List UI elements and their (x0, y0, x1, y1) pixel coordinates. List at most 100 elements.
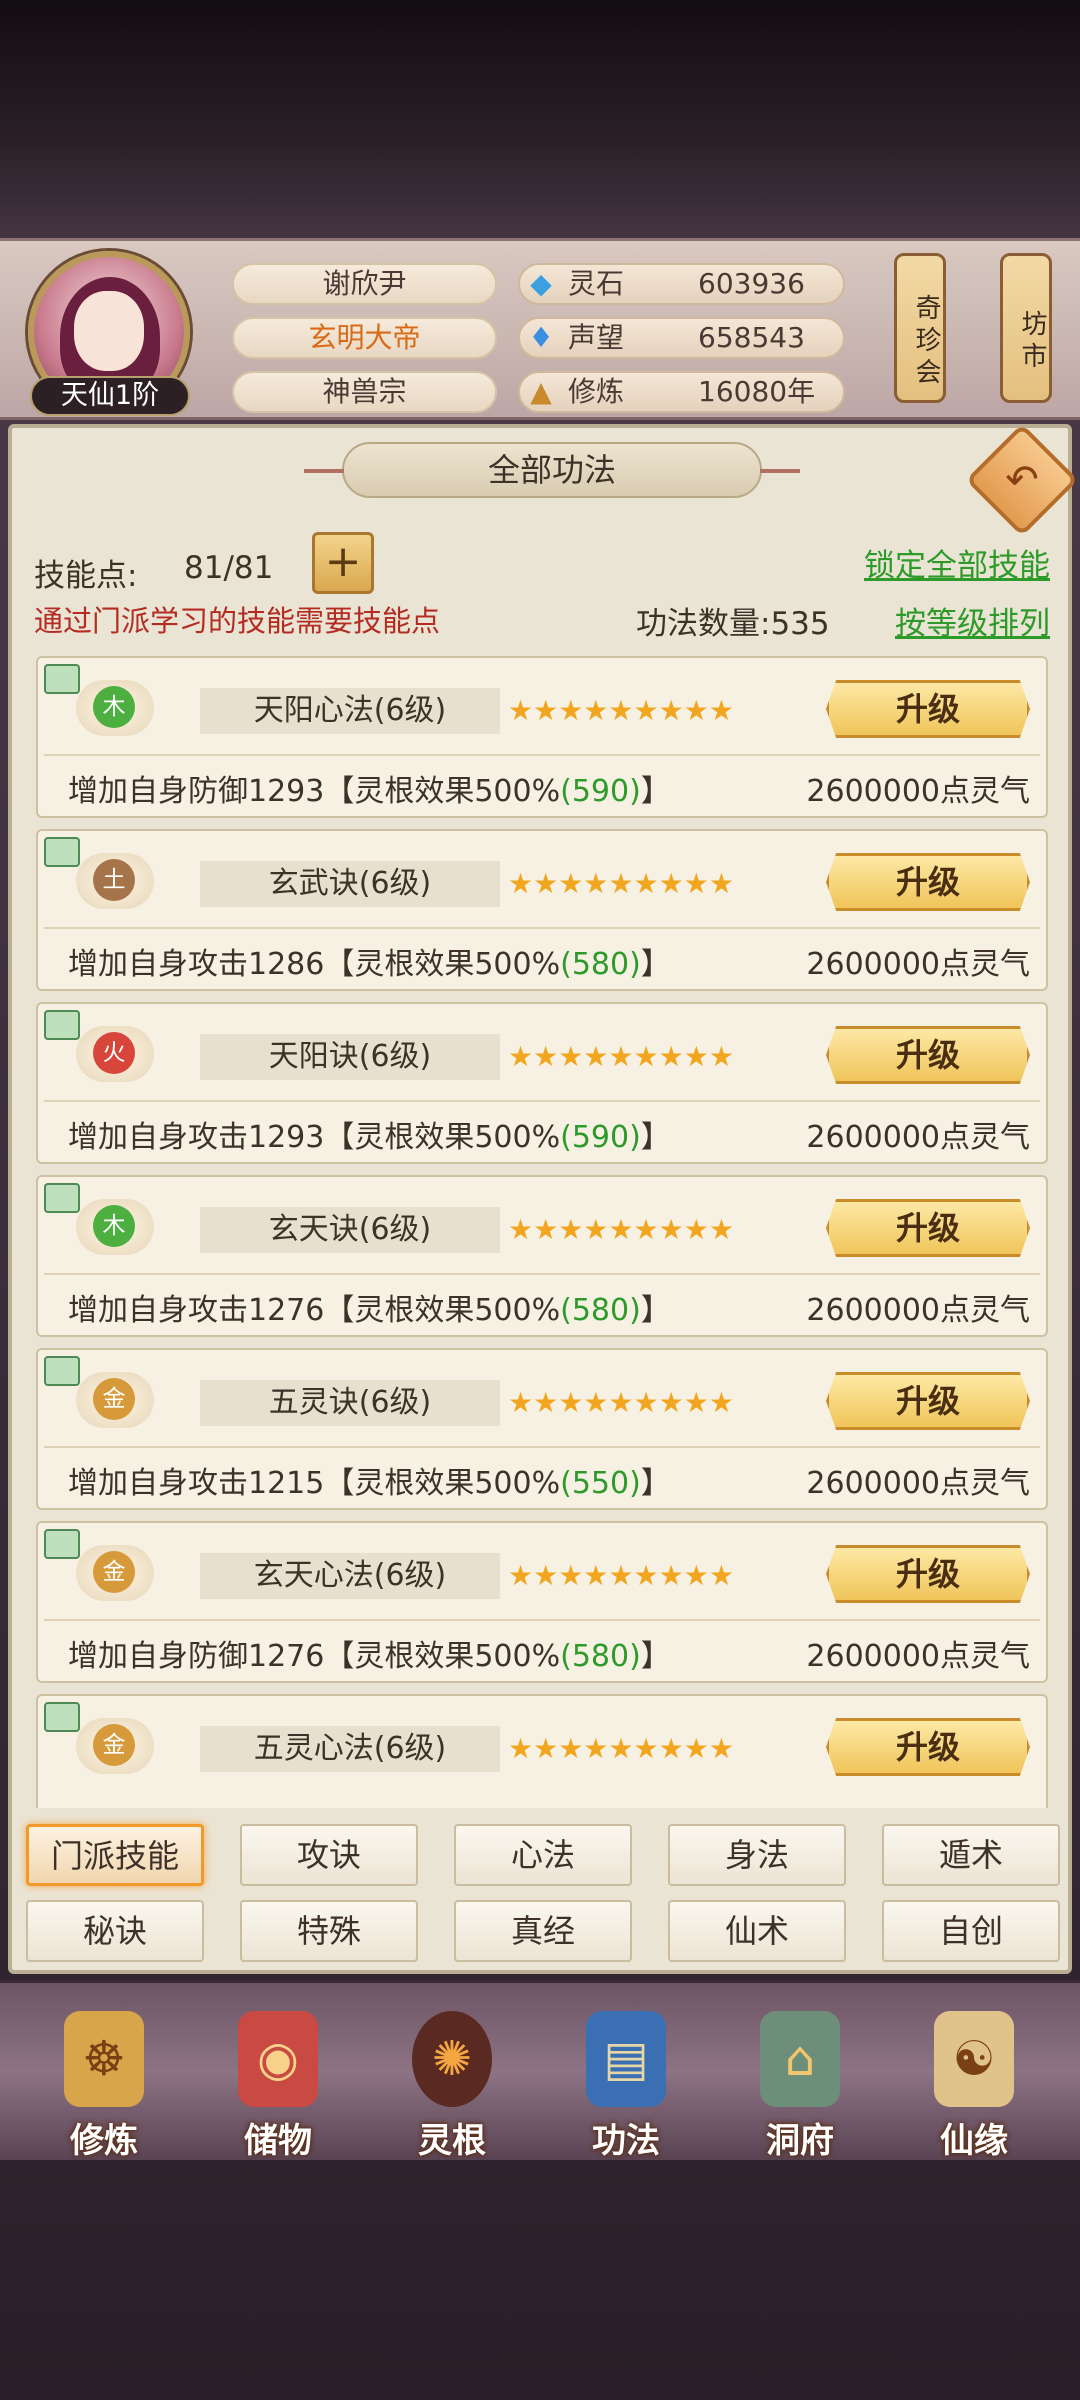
divider (44, 927, 1040, 929)
skill-stars: ★★★★★★★★★ (508, 1732, 734, 1765)
upgrade-button[interactable]: 升级 (826, 1545, 1030, 1603)
skill-cost: 2600000点灵气 (806, 1293, 1030, 1328)
element-badge: 火 (76, 1026, 154, 1082)
skill-book-icon: ▤ (586, 2011, 666, 2107)
element-badge: 木 (76, 1199, 154, 1255)
tab-scriptures[interactable]: 真经 (454, 1900, 632, 1962)
player-name: 谢欣尹 (232, 263, 497, 305)
lock-tag-icon[interactable] (44, 1356, 80, 1386)
nav-skills[interactable]: ▤ 功法 (546, 2001, 706, 2161)
skill-name: 玄武诀(6级) (200, 861, 500, 907)
skill-name: 玄天诀(6级) (200, 1207, 500, 1253)
upgrade-button[interactable]: 升级 (826, 680, 1030, 738)
tab-self-created[interactable]: 自创 (882, 1900, 1060, 1962)
upgrade-button[interactable]: 升级 (826, 1718, 1030, 1776)
tab-immortal-arts[interactable]: 仙术 (668, 1900, 846, 1962)
player-title: 玄明大帝 (232, 317, 497, 359)
tab-escape-arts[interactable]: 遁术 (882, 1824, 1060, 1886)
back-arrow-icon: ↶ (1005, 457, 1039, 503)
element-earth-icon: 土 (93, 859, 135, 901)
cave-dwelling-icon: ⌂ (760, 2011, 840, 2107)
upgrade-button[interactable]: 升级 (826, 1199, 1030, 1257)
skill-points-label: 技能点: (34, 558, 138, 594)
skill-card: 金 五灵心法(6级) ★★★★★★★★★ 升级 (36, 1694, 1048, 1808)
lock-all-skills-link[interactable]: 锁定全部技能 (864, 540, 1050, 585)
upgrade-button[interactable]: 升级 (826, 853, 1030, 911)
back-button[interactable]: ↶ (965, 423, 1079, 537)
app-root: 天仙1阶 谢欣尹 玄明大帝 神兽宗 ◆ 灵石 603936 ♦ 声望 65854… (0, 0, 1080, 2400)
skill-cost: 2600000点灵气 (806, 947, 1030, 982)
market-lantern[interactable]: 坊市 (1000, 253, 1052, 403)
prestige-icon: ♦ (528, 321, 554, 354)
resource-prestige: ♦ 声望 658543 (518, 317, 845, 359)
divider (44, 754, 1040, 756)
tab-sect-skills[interactable]: 门派技能 (26, 1824, 204, 1886)
skill-name: 天阳心法(6级) (200, 688, 500, 734)
tab-special[interactable]: 特殊 (240, 1900, 418, 1962)
cultivate-icon: ☸ (64, 2011, 144, 2107)
divider (44, 1273, 1040, 1275)
divider (44, 1100, 1040, 1102)
element-wood-icon: 木 (93, 1205, 135, 1247)
element-badge: 金 (76, 1545, 154, 1601)
skill-list[interactable]: 木 天阳心法(6级) ★★★★★★★★★ 升级 增加自身防御1293【灵根效果5… (36, 656, 1048, 1808)
element-badge: 金 (76, 1718, 154, 1774)
skill-cost: 2600000点灵气 (806, 1120, 1030, 1155)
lock-tag-icon[interactable] (44, 837, 80, 867)
element-badge: 土 (76, 853, 154, 909)
element-metal-icon: 金 (93, 1551, 135, 1593)
skill-description: 增加自身攻击1286【灵根效果500%(580)】 (68, 947, 671, 982)
lock-tag-icon[interactable] (44, 1702, 80, 1732)
nav-cave-dwelling[interactable]: ⌂ 洞府 (720, 2001, 880, 2161)
upgrade-button[interactable]: 升级 (826, 1026, 1030, 1084)
skill-stars: ★★★★★★★★★ (508, 694, 734, 727)
skill-name: 玄天心法(6级) (200, 1553, 500, 1599)
skill-stars: ★★★★★★★★★ (508, 1386, 734, 1419)
element-badge: 木 (76, 680, 154, 736)
divider (44, 1619, 1040, 1621)
skill-stars: ★★★★★★★★★ (508, 1040, 734, 1073)
skill-card: 火 天阳诀(6级) ★★★★★★★★★ 升级 增加自身攻击1293【灵根效果50… (36, 1002, 1048, 1164)
skill-description: 增加自身防御1276【灵根效果500%(580)】 (68, 1639, 671, 1674)
skill-card: 土 玄武诀(6级) ★★★★★★★★★ 升级 增加自身攻击1286【灵根效果50… (36, 829, 1048, 991)
tab-attack-arts[interactable]: 攻诀 (240, 1824, 418, 1886)
nav-immortal-fate[interactable]: ☯ 仙缘 (894, 2001, 1054, 2161)
resource-cultivation: ▲ 修炼 16080年 (518, 371, 845, 413)
nav-cultivate[interactable]: ☸ 修炼 (24, 2001, 184, 2161)
skill-description: 增加自身防御1293【灵根效果500%(590)】 (68, 774, 671, 809)
lock-tag-icon[interactable] (44, 1183, 80, 1213)
spirit-root-icon: ✺ (412, 2011, 492, 2107)
skill-points-value: 81/81 (184, 550, 274, 586)
storage-bag-icon: ◉ (238, 2011, 318, 2107)
lock-tag-icon[interactable] (44, 1529, 80, 1559)
element-badge: 金 (76, 1372, 154, 1428)
player-header: 天仙1阶 谢欣尹 玄明大帝 神兽宗 ◆ 灵石 603936 ♦ 声望 65854… (0, 238, 1080, 420)
upgrade-button[interactable]: 升级 (826, 1372, 1030, 1430)
treasure-fair-lantern[interactable]: 奇珍会 (894, 253, 946, 403)
skill-stars: ★★★★★★★★★ (508, 1213, 734, 1246)
skill-card: 木 天阳心法(6级) ★★★★★★★★★ 升级 增加自身防御1293【灵根效果5… (36, 656, 1048, 818)
skill-stars: ★★★★★★★★★ (508, 1559, 734, 1592)
skill-name: 五灵心法(6级) (200, 1726, 500, 1772)
bottom-navigation: ☸ 修炼 ◉ 储物 ✺ 灵根 ▤ 功法 ⌂ 洞府 ☯ 仙缘 (0, 1980, 1080, 2161)
skills-panel: 全部功法 ↶ 技能点: 81/81 + 通过门派学习的技能需要技能点 锁定全部技… (8, 423, 1079, 1974)
nav-storage[interactable]: ◉ 储物 (198, 2001, 358, 2161)
skill-cost: 2600000点灵气 (806, 1466, 1030, 1501)
divider (44, 1446, 1040, 1448)
tab-secret-arts[interactable]: 秘诀 (26, 1900, 204, 1962)
lock-tag-icon[interactable] (44, 1010, 80, 1040)
element-fire-icon: 火 (93, 1032, 135, 1074)
tab-mind-arts[interactable]: 心法 (454, 1824, 632, 1886)
skill-card: 金 玄天心法(6级) ★★★★★★★★★ 升级 增加自身防御1276【灵根效果5… (36, 1521, 1048, 1683)
skill-count: 功法数量:535 (636, 606, 830, 642)
element-metal-icon: 金 (93, 1724, 135, 1766)
avatar-face (74, 291, 144, 371)
skill-cost: 2600000点灵气 (806, 1639, 1030, 1674)
tab-movement-arts[interactable]: 身法 (668, 1824, 846, 1886)
element-metal-icon: 金 (93, 1378, 135, 1420)
lock-tag-icon[interactable] (44, 664, 80, 694)
nav-spirit-root[interactable]: ✺ 灵根 (372, 2001, 532, 2161)
sort-by-level-link[interactable]: 按等级排列 (895, 598, 1050, 643)
resource-spirit-stone: ◆ 灵石 603936 (518, 263, 845, 305)
add-skill-points-button[interactable]: + (312, 532, 374, 594)
